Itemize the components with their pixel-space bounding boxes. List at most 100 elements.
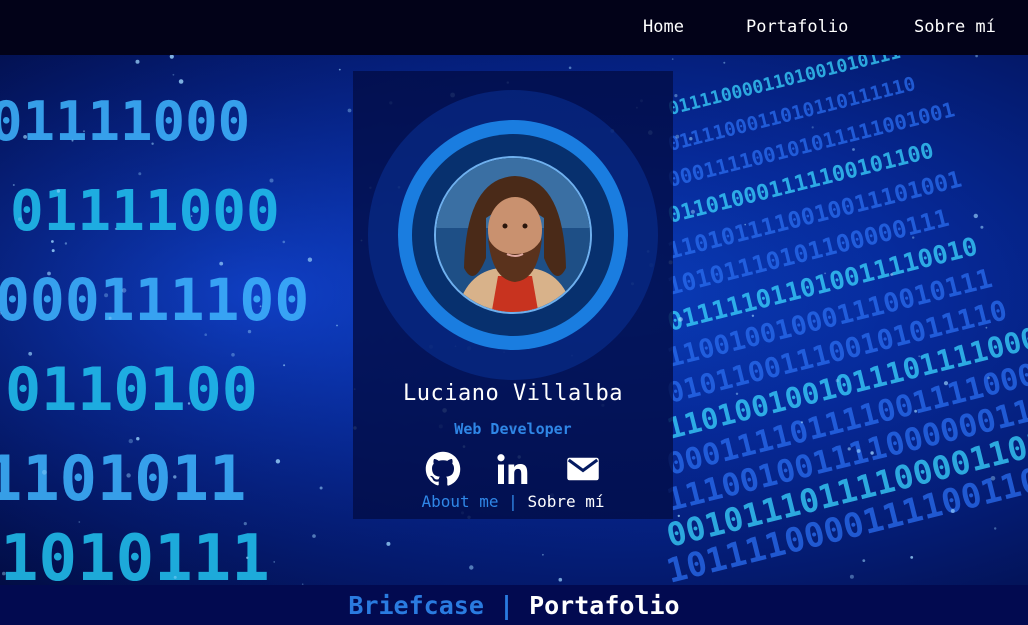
background-sparkle (114, 227, 117, 230)
background-sparkle (835, 378, 839, 383)
background-sparkle (18, 217, 22, 221)
about-links: About me | Sobre mí (353, 492, 673, 511)
profile-name: Luciano Villalba (403, 381, 623, 406)
background-sparkle (138, 172, 142, 176)
background-sparkle (83, 130, 85, 133)
background-sparkle (307, 257, 313, 262)
background-sparkle (862, 559, 866, 562)
background-sparkle (987, 376, 990, 380)
background-sparkle (312, 534, 316, 538)
background-sparkle (173, 575, 177, 579)
background-sparkle (890, 273, 894, 276)
background-sparkle (282, 240, 286, 244)
background-sparkle (849, 574, 854, 579)
background-sparkle (78, 521, 81, 523)
about-separator: | (508, 492, 518, 511)
about-me-link[interactable]: About me (421, 492, 498, 511)
background-sparkle (870, 451, 874, 455)
background-sparkle (56, 189, 61, 193)
background-sparkle (51, 249, 55, 253)
background-sparkle (136, 437, 140, 441)
background-sparkle (914, 409, 917, 413)
nav-home-link[interactable]: Home (643, 17, 684, 37)
background-sparkle (204, 333, 207, 337)
background-digits: 1101011 (0, 442, 246, 515)
footer-title-es: Portafolio (529, 591, 680, 620)
background-digits: 1010111 (0, 522, 270, 585)
background-digits: 0110100 (5, 355, 258, 425)
background-sparkle (126, 473, 131, 478)
background-sparkle (918, 355, 921, 358)
background-sparkle (64, 242, 68, 245)
background-sparkle (71, 139, 74, 142)
background-sparkle (568, 66, 572, 70)
background-sparkle (121, 288, 127, 293)
background-sparkle (2, 571, 6, 576)
background-sparkle (275, 459, 281, 464)
background-sparkle (677, 514, 680, 518)
background-sparkle (338, 68, 341, 71)
background-sparkle (336, 324, 338, 327)
background-sparkle (347, 108, 352, 113)
background-sparkle (994, 527, 997, 530)
background-digits: 000111100 (0, 266, 309, 334)
navbar: Home Portafolio Sobre mí (0, 0, 1028, 55)
background-sparkle (386, 541, 391, 546)
background-sparkle (172, 73, 175, 76)
background-sparkle (980, 225, 984, 229)
background-sparkle (800, 421, 804, 424)
footer-banner: Briefcase | Portafolio (0, 585, 1028, 625)
background-sparkle (231, 353, 235, 357)
background-sparkle (973, 213, 978, 219)
background-sparkle (42, 469, 47, 475)
background-sparkle (723, 61, 726, 64)
background-sparkle (135, 59, 140, 64)
footer-title-en: Briefcase (348, 591, 484, 620)
hero-section: 01111000 01111000 000111100 0110100 1101011 1… (0, 55, 1028, 585)
background-sparkle (678, 317, 683, 322)
background-sparkle (847, 447, 851, 451)
profile-role: Web Developer (454, 420, 572, 438)
background-sparkle (671, 58, 674, 60)
background-sparkle (811, 126, 814, 129)
background-sparkle (283, 364, 286, 367)
background-sparkle (273, 561, 276, 563)
footer-separator: | (498, 591, 514, 620)
background-sparkle (690, 209, 696, 214)
nav-portfolio-link[interactable]: Portafolio (746, 17, 848, 37)
background-sparkle (950, 509, 955, 513)
background-sparkle (104, 293, 109, 298)
background-sparkle (469, 565, 474, 570)
footer-title: Briefcase | Portafolio (0, 591, 1028, 620)
background-sparkle (856, 449, 861, 453)
social-links (425, 451, 615, 491)
background-sparkle (259, 305, 262, 308)
sobre-mi-link[interactable]: Sobre mí (527, 492, 604, 511)
background-digits: 01111000 (10, 179, 280, 244)
background-sparkle (912, 236, 915, 239)
background-sparkle (689, 137, 693, 141)
background-sparkle (751, 314, 755, 317)
background-sparkle (187, 402, 191, 405)
background-sparkle (151, 142, 154, 145)
background-sparkle (128, 438, 133, 444)
background-sparkle (51, 240, 54, 243)
profile-card: Luciano Villalba Web Developer About me … (353, 71, 673, 519)
avatar (434, 156, 592, 314)
background-sparkle (28, 351, 33, 356)
background-sparkle (558, 577, 563, 582)
background-sparkle (675, 134, 680, 139)
background-sparkle (219, 261, 224, 266)
background-sparkle (243, 522, 247, 526)
background-sparkle (319, 486, 323, 490)
background-digits: 01111000 (0, 90, 250, 153)
nav-about-link[interactable]: Sobre mí (914, 17, 996, 37)
background-sparkle (852, 148, 855, 151)
background-sparkle (990, 476, 996, 481)
background-sparkle (190, 215, 193, 217)
background-sparkle (178, 79, 184, 84)
background-sparkle (735, 392, 739, 395)
background-sparkle (23, 135, 27, 139)
background-sparkle (12, 184, 15, 186)
background-sparkle (824, 272, 826, 275)
